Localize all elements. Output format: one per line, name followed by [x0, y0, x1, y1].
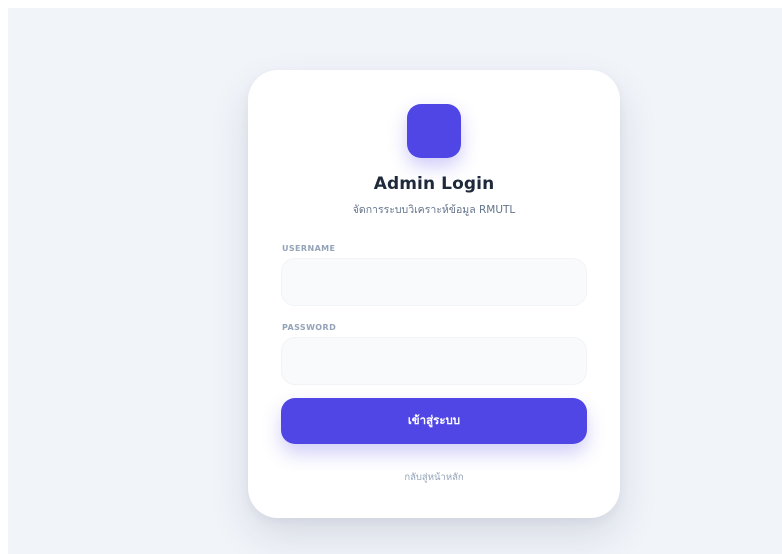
page-title: Admin Login	[373, 174, 495, 194]
login-card: Admin Login จัดการระบบวิเคราะห์ข้อมูล RM…	[248, 70, 620, 518]
password-input[interactable]	[281, 337, 587, 385]
password-label: PASSWORD	[282, 323, 337, 332]
page-subtitle: จัดการระบบวิเคราะห์ข้อมูล RMUTL	[352, 204, 516, 216]
logo-icon	[407, 104, 461, 158]
username-input[interactable]	[281, 258, 587, 306]
page-background: Admin Login จัดการระบบวิเคราะห์ข้อมูล RM…	[8, 8, 782, 554]
back-to-home-link[interactable]: กลับสู่หน้าหลัก	[248, 470, 620, 485]
login-button[interactable]: เข้าสู่ระบบ	[281, 398, 587, 444]
username-label: USERNAME	[282, 244, 336, 253]
